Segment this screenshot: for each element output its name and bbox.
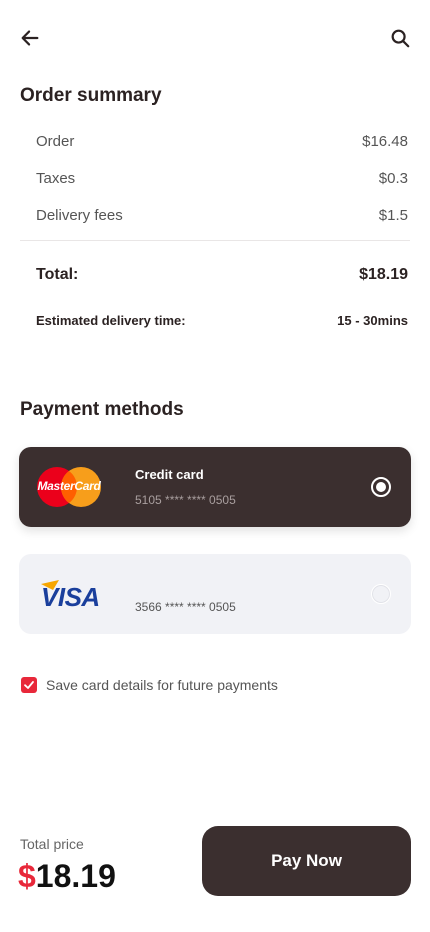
order-label: Order	[36, 133, 75, 150]
mastercard-logo: MasterCard	[33, 465, 105, 509]
save-card-label[interactable]: Save card details for future payments	[46, 677, 278, 693]
delivery-fees-value: $1.5	[378, 207, 408, 224]
checkmark-icon	[24, 681, 34, 689]
back-button[interactable]	[16, 24, 44, 52]
card-number: 3566 **** **** 0505	[135, 600, 236, 614]
delivery-fees-label: Delivery fees	[36, 207, 123, 224]
search-button[interactable]	[386, 24, 414, 52]
payment-methods-title: Payment methods	[20, 399, 184, 420]
total-amount: 18.19	[35, 858, 116, 894]
visa-logo: VISA	[39, 576, 117, 612]
taxes-label: Taxes	[36, 170, 76, 187]
order-value: $16.48	[362, 133, 408, 150]
total-price-label: Total price	[20, 836, 84, 852]
payment-card-mastercard[interactable]: MasterCard Credit card 5105 **** **** 05…	[19, 447, 411, 527]
total-label: Total:	[36, 266, 79, 283]
currency-symbol: $	[18, 858, 36, 894]
card-number: 5105 **** **** 0505	[135, 493, 236, 507]
order-summary-title: Order summary	[20, 85, 162, 106]
delivery-time-label: Estimated delivery time:	[36, 313, 186, 328]
save-card-checkbox[interactable]	[21, 677, 37, 693]
pay-now-button[interactable]: Pay Now	[202, 826, 411, 896]
total-price-amount: $18.19	[18, 858, 116, 895]
search-icon	[391, 29, 410, 48]
summary-divider	[20, 240, 410, 241]
visa-logo-text: VISA	[41, 582, 100, 612]
taxes-value: $0.3	[378, 170, 408, 187]
radio-dot	[376, 482, 386, 492]
arrow-left-icon	[21, 30, 39, 46]
radio-selected[interactable]	[371, 477, 391, 497]
radio-unselected[interactable]	[371, 584, 391, 604]
total-value: $18.19	[359, 266, 408, 283]
payment-card-visa[interactable]: VISA 3566 **** **** 0505	[19, 554, 411, 634]
card-title: Credit card	[135, 467, 204, 482]
delivery-time-value: 15 - 30mins	[337, 313, 408, 328]
mastercard-logo-text: MasterCard	[37, 479, 101, 493]
